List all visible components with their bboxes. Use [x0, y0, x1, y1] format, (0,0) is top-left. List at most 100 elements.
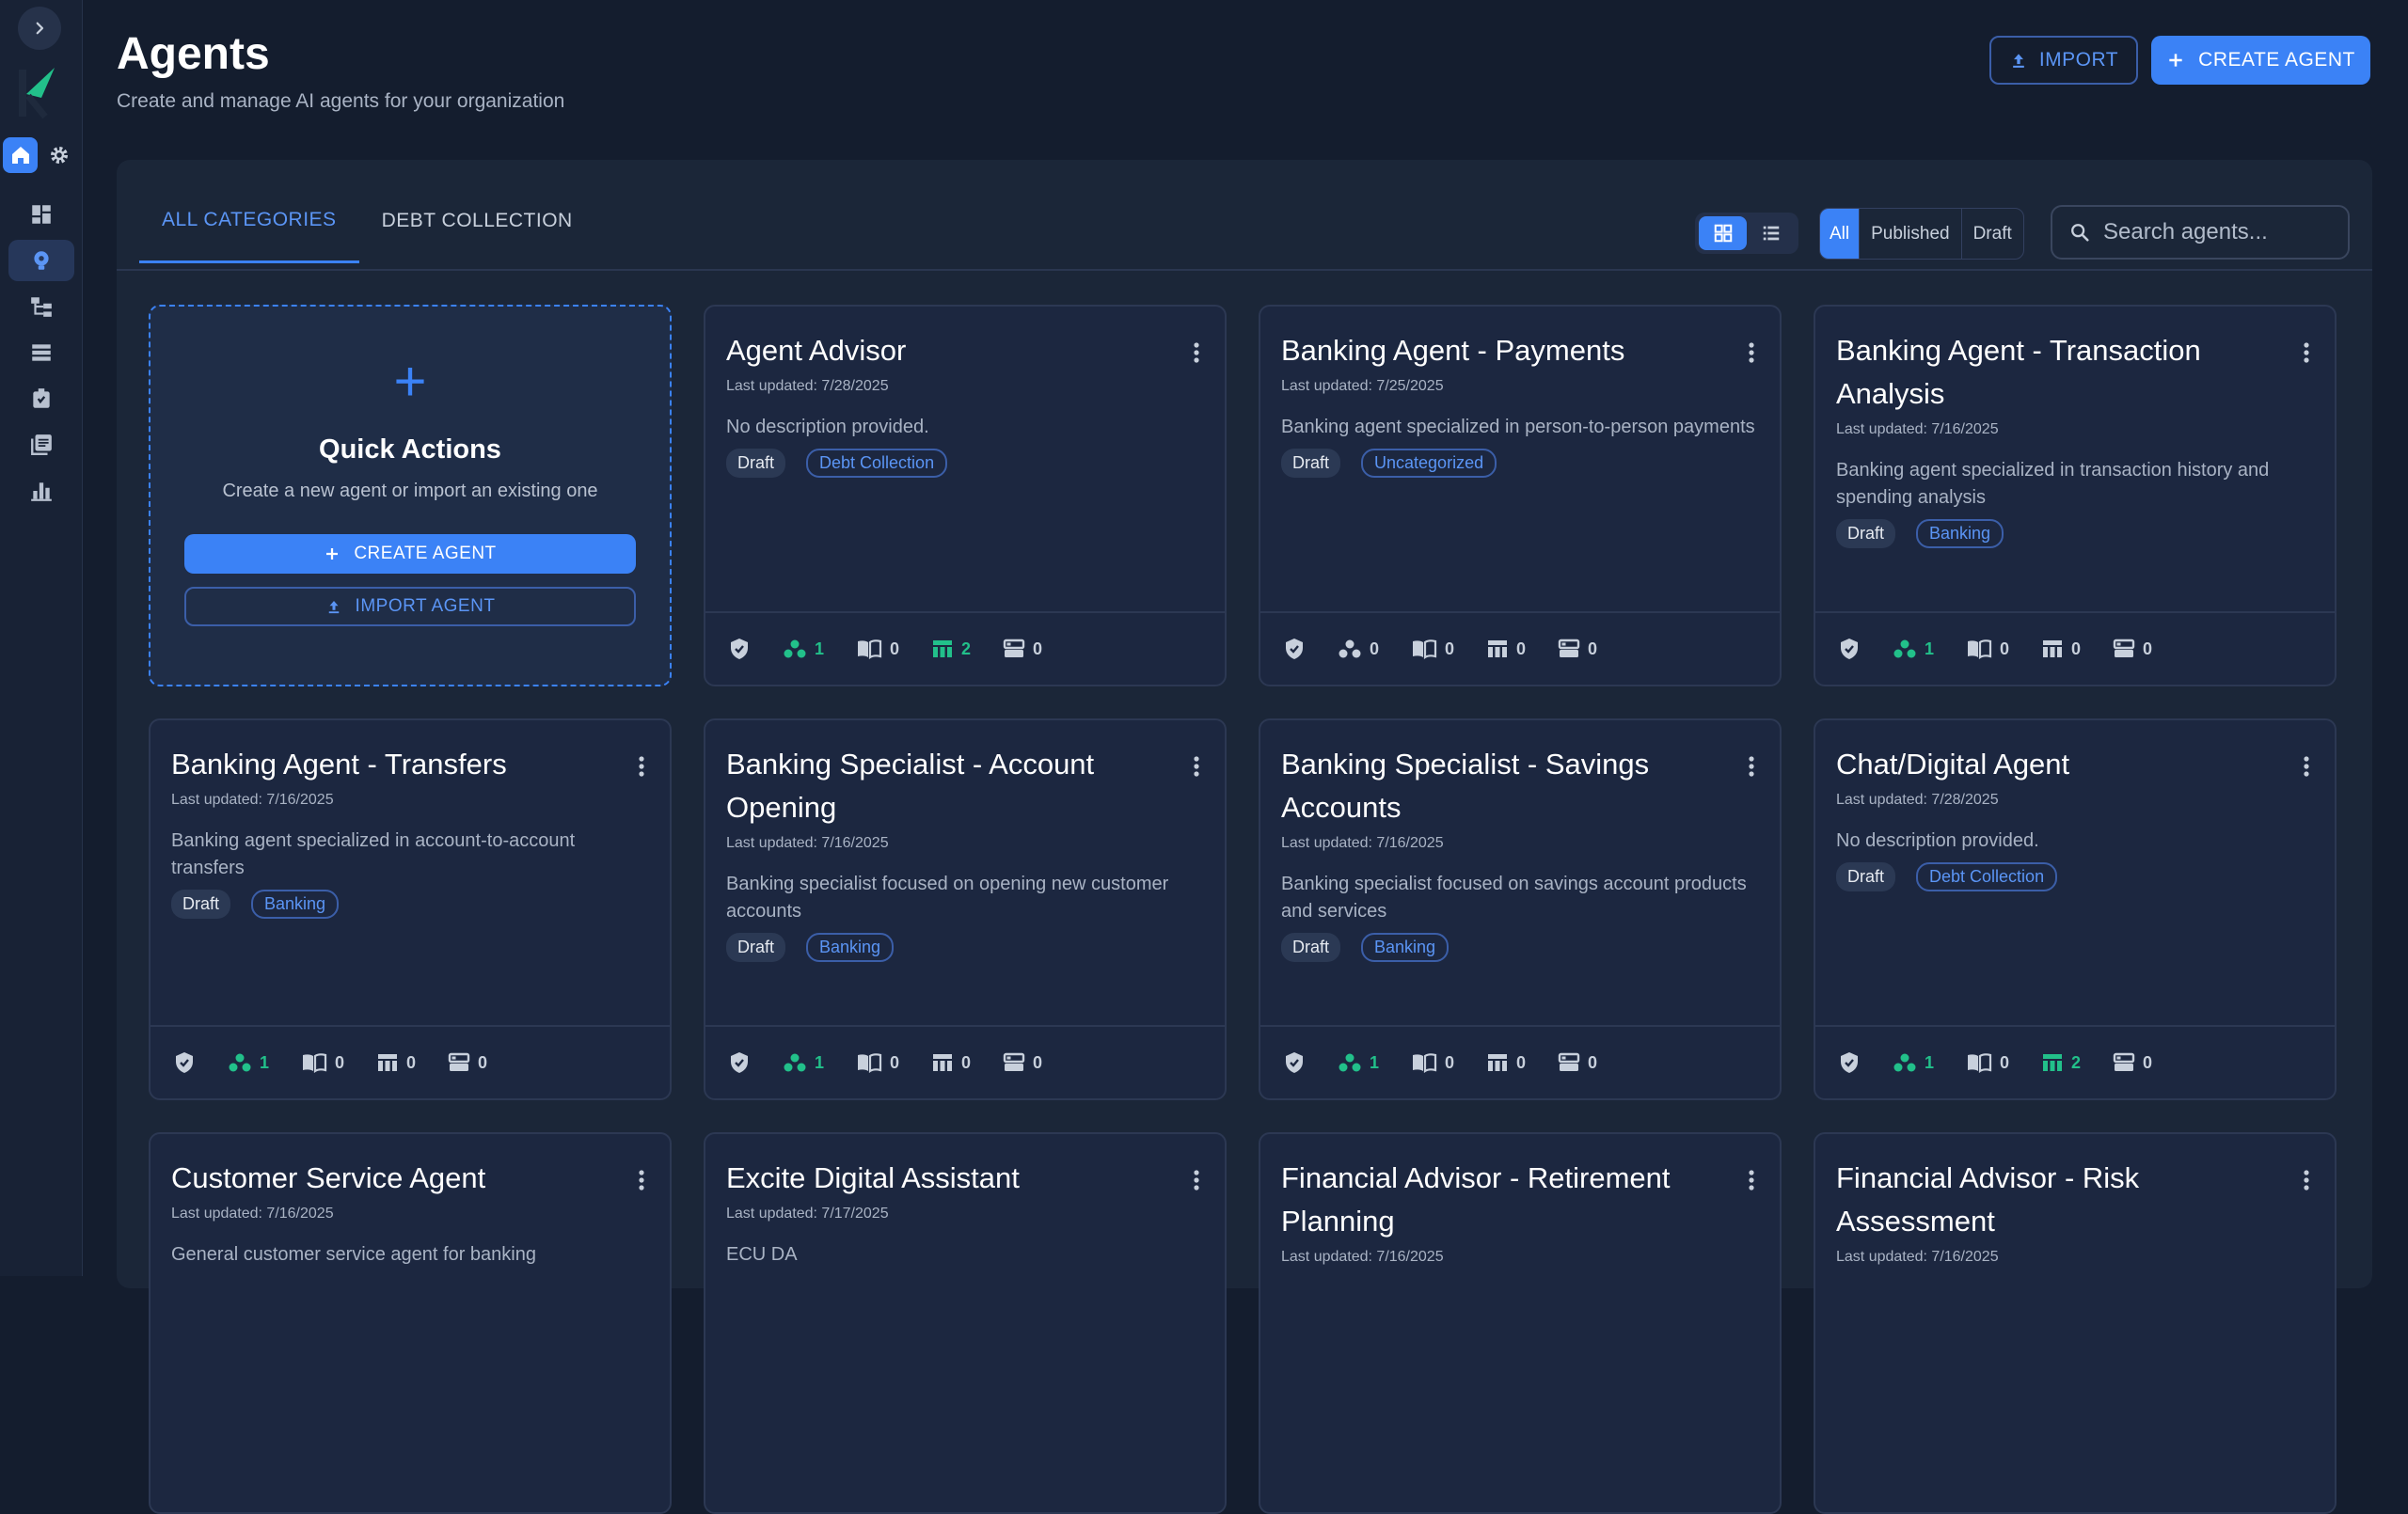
category-badge[interactable]: Uncategorized [1361, 449, 1497, 478]
upload-icon [328, 601, 339, 614]
agent-card-body: Banking Specialist - Savings Accounts La… [1281, 743, 1759, 962]
agent-card[interactable]: Chat/Digital Agent Last updated: 7/28/20… [1814, 718, 2337, 1100]
tables-stat: 2 [931, 639, 971, 659]
workflow-icon [31, 297, 52, 317]
agent-card[interactable]: Financial Advisor - Retirement Planning … [1259, 1132, 1782, 1514]
agent-card-menu-button[interactable] [632, 1166, 651, 1194]
nav-dashboard[interactable] [8, 194, 74, 235]
guardrail-stat [173, 1050, 196, 1075]
more-vert-icon [1194, 756, 1199, 777]
agent-card-menu-button[interactable] [1187, 339, 1206, 367]
dashboard-icon [32, 205, 51, 224]
agent-card-menu-button[interactable] [1187, 752, 1206, 781]
filter-draft[interactable]: Draft [1962, 209, 2023, 259]
category-badge[interactable]: Banking [806, 933, 895, 962]
more-vert-icon [1749, 1170, 1754, 1191]
agent-card-stats: 0 0 0 0 [1260, 611, 1780, 685]
import-button[interactable]: IMPORT [1989, 36, 2138, 85]
agent-card-menu-button[interactable] [1742, 339, 1761, 367]
tab-debt-collection[interactable]: DEBT COLLECTION [359, 179, 595, 263]
category-badge[interactable]: Banking [251, 890, 340, 919]
page-title: Agents [117, 29, 270, 79]
list-view-icon [1763, 226, 1779, 241]
page-subtitle: Create and manage AI agents for your org… [117, 90, 565, 112]
agent-card[interactable]: Banking Specialist - Savings Accounts La… [1259, 718, 1782, 1100]
agent-card-body: Banking Agent - Payments Last updated: 7… [1281, 329, 1759, 478]
nav-library[interactable] [8, 424, 74, 465]
agent-card[interactable]: Customer Service Agent Last updated: 7/1… [149, 1132, 672, 1514]
agent-card-body: Banking Agent - Transaction Analysis Las… [1836, 329, 2314, 548]
nav-analytics[interactable] [8, 470, 74, 512]
status-badge: Draft [726, 933, 786, 962]
servers-stat: 0 [1003, 1052, 1042, 1073]
agent-card-menu-button[interactable] [2297, 1166, 2316, 1194]
quick-actions-title: Quick Actions [319, 434, 501, 465]
toolbar-divider [117, 269, 2372, 271]
agent-card-stats: 1 0 2 0 [705, 611, 1225, 685]
knowledge-stat: 0 [1966, 1052, 2009, 1073]
shield-icon [731, 639, 748, 659]
nav-lists[interactable] [8, 332, 74, 373]
status-filter: All Published Draft [1819, 208, 2024, 260]
create-agent-button[interactable]: CREATE AGENT [2151, 36, 2370, 85]
category-badge[interactable]: Banking [1361, 933, 1450, 962]
book-icon [1968, 639, 1992, 659]
agent-card-menu-button[interactable] [1742, 1166, 1761, 1194]
book-icon [858, 1053, 882, 1073]
agent-card-updated: Last updated: 7/16/2025 [726, 835, 889, 851]
list-view-button[interactable] [1747, 216, 1795, 250]
agent-card-menu-button[interactable] [1742, 752, 1761, 781]
quick-import-agent-button[interactable]: IMPORT AGENT [184, 587, 636, 626]
nav-workflows[interactable] [8, 286, 74, 327]
servers-stat: 0 [2113, 1052, 2152, 1073]
nav-integrations[interactable] [8, 378, 74, 419]
workflows-stat: 1 [1893, 1052, 1934, 1073]
agent-card[interactable]: Banking Agent - Transfers Last updated: … [149, 718, 672, 1100]
tables-stat: 2 [2041, 1052, 2081, 1073]
category-badge[interactable]: Debt Collection [806, 449, 948, 478]
grid-view-button[interactable] [1699, 216, 1747, 250]
quick-create-agent-button[interactable]: CREATE AGENT [184, 534, 636, 574]
agent-card[interactable]: Banking Agent - Transaction Analysis Las… [1814, 305, 2337, 686]
agent-card-menu-button[interactable] [2297, 752, 2316, 781]
filter-all[interactable]: All [1820, 209, 1861, 259]
servers-count: 0 [1033, 639, 1043, 658]
tab-all-categories[interactable]: ALL CATEGORIES [139, 179, 359, 263]
agent-card[interactable]: Financial Advisor - Risk Assessment Last… [1814, 1132, 2337, 1514]
agent-grid: + Quick Actions Create a new agent or im… [149, 305, 2340, 1514]
guardrail-stat [728, 637, 751, 661]
agent-card-menu-button[interactable] [1187, 1166, 1206, 1194]
agent-card[interactable]: Banking Specialist - Account Opening Las… [704, 718, 1227, 1100]
servers-count: 0 [2143, 639, 2153, 658]
agent-card[interactable]: Banking Agent - Payments Last updated: 7… [1259, 305, 1782, 686]
filter-published[interactable]: Published [1860, 209, 1962, 259]
agent-card-body: Chat/Digital Agent Last updated: 7/28/20… [1836, 743, 2314, 891]
category-badge[interactable]: Banking [1916, 519, 2004, 548]
settings-mode-button[interactable] [41, 137, 76, 173]
workflows-count: 1 [1925, 639, 1935, 658]
server-icon [2113, 639, 2135, 657]
tables-count: 2 [961, 639, 972, 658]
agent-card[interactable]: Excite Digital Assistant Last updated: 7… [704, 1132, 1227, 1514]
people-icon [229, 1053, 251, 1072]
more-vert-icon [2304, 1170, 2309, 1191]
workflows-count: 1 [815, 1052, 825, 1072]
agent-card-tags: Draft Debt Collection [726, 449, 1204, 478]
agent-card-title: Banking Agent - Transaction Analysis [1836, 334, 2201, 410]
workflows-stat: 1 [1338, 1052, 1379, 1073]
table-icon [2043, 1054, 2063, 1071]
agent-card-menu-button[interactable] [2297, 339, 2316, 367]
people-icon [784, 639, 806, 658]
knowledge-stat: 0 [856, 1052, 899, 1073]
category-badge[interactable]: Debt Collection [1916, 862, 2058, 891]
agent-card-updated: Last updated: 7/28/2025 [1836, 792, 1999, 808]
home-mode-button[interactable] [3, 137, 38, 173]
agent-card[interactable]: Agent Advisor Last updated: 7/28/2025 No… [704, 305, 1227, 686]
nav-agents[interactable] [8, 240, 74, 281]
shield-icon [1841, 639, 1858, 659]
sidebar-expand-button[interactable] [18, 7, 61, 50]
more-vert-icon [1194, 1170, 1199, 1191]
agent-card-menu-button[interactable] [632, 752, 651, 781]
search-input[interactable] [2103, 219, 2338, 245]
agent-card-tags: Draft Uncategorized [1281, 449, 1759, 478]
